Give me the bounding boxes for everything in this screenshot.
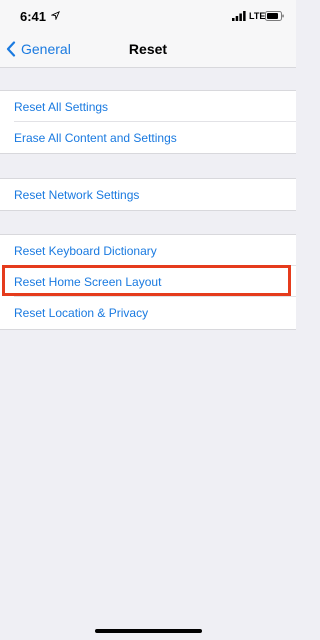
- row-label: Reset Network Settings: [14, 187, 140, 202]
- status-bar: 6:41 LTE: [0, 0, 296, 30]
- row-label: Reset Location & Privacy: [14, 305, 149, 320]
- navigation-bar: General Reset: [0, 30, 296, 68]
- row-label: Reset All Settings: [14, 99, 109, 114]
- network-label: LTE: [249, 11, 266, 21]
- reset-keyboard-dictionary-row[interactable]: Reset Keyboard Dictionary: [0, 235, 296, 266]
- location-arrow-icon: [51, 11, 60, 20]
- reset-network-settings-row[interactable]: Reset Network Settings: [0, 179, 296, 210]
- settings-group-other-reset: Reset Keyboard Dictionary Reset Home Scr…: [0, 234, 296, 330]
- page-title: Reset: [128, 41, 168, 57]
- reset-home-screen-layout-row[interactable]: Reset Home Screen Layout: [0, 266, 296, 297]
- battery-icon: [265, 11, 284, 21]
- settings-group-general-reset: Reset All Settings Erase All Content and…: [0, 90, 296, 154]
- row-label: Reset Home Screen Layout: [14, 274, 162, 289]
- home-indicator[interactable]: [95, 629, 202, 633]
- row-label: Erase All Content and Settings: [14, 130, 177, 145]
- settings-group-network: Reset Network Settings: [0, 178, 296, 211]
- status-time: 6:41: [20, 9, 47, 24]
- row-label: Reset Keyboard Dictionary: [14, 243, 157, 258]
- reset-all-settings-row[interactable]: Reset All Settings: [0, 91, 296, 122]
- cellular-signal-icon: [232, 11, 246, 21]
- erase-all-content-row[interactable]: Erase All Content and Settings: [0, 122, 296, 153]
- reset-location-privacy-row[interactable]: Reset Location & Privacy: [0, 297, 296, 328]
